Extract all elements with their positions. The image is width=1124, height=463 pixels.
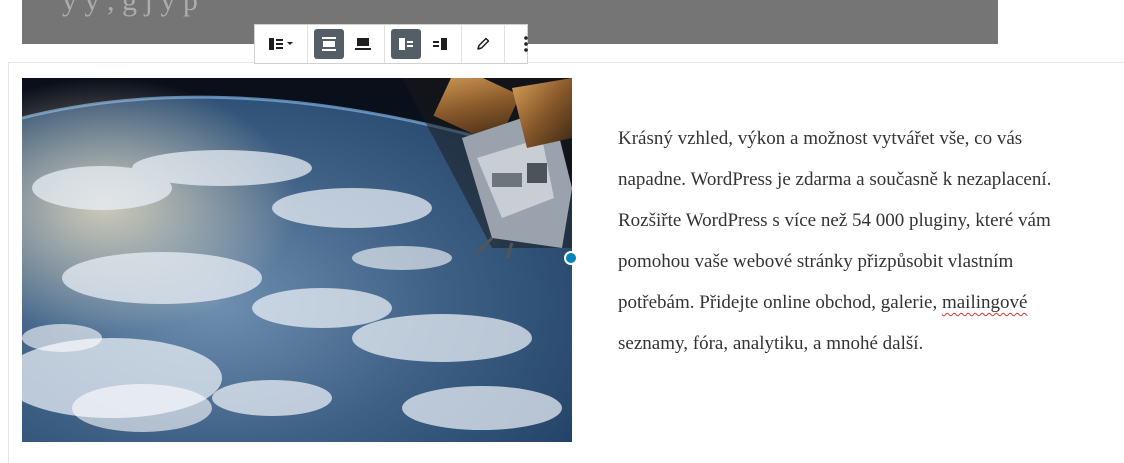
change-alignment-button[interactable] (261, 29, 301, 59)
misspelled-word: mailingové (941, 292, 1028, 313)
wide-width-button[interactable] (314, 29, 344, 59)
align-dropdown-icon (266, 37, 296, 51)
resize-handle[interactable] (564, 251, 578, 265)
kebab-icon (523, 35, 529, 53)
media-right-button[interactable] (425, 29, 455, 59)
paragraph-text-part-2: seznamy, fóra, analytiku, a mnohé další. (618, 333, 924, 354)
pencil-icon (475, 36, 491, 52)
full-width-button[interactable] (348, 29, 378, 59)
full-width-icon (354, 35, 372, 53)
banner-text: y y , g j y p (62, 0, 198, 17)
edit-button[interactable] (468, 29, 498, 59)
block-toolbar (254, 24, 528, 64)
earth-from-space-image[interactable] (22, 78, 572, 442)
more-options-button[interactable] (511, 29, 541, 59)
media-right-icon (431, 35, 449, 53)
media-left-icon (397, 35, 415, 53)
wide-width-icon (320, 35, 338, 53)
media-left-button[interactable] (391, 29, 421, 59)
media-text-paragraph[interactable]: Krásný vzhled, výkon a možnost vytvářet … (618, 118, 1088, 364)
paragraph-text-part-1: Krásný vzhled, výkon a možnost vytvářet … (618, 128, 1052, 313)
